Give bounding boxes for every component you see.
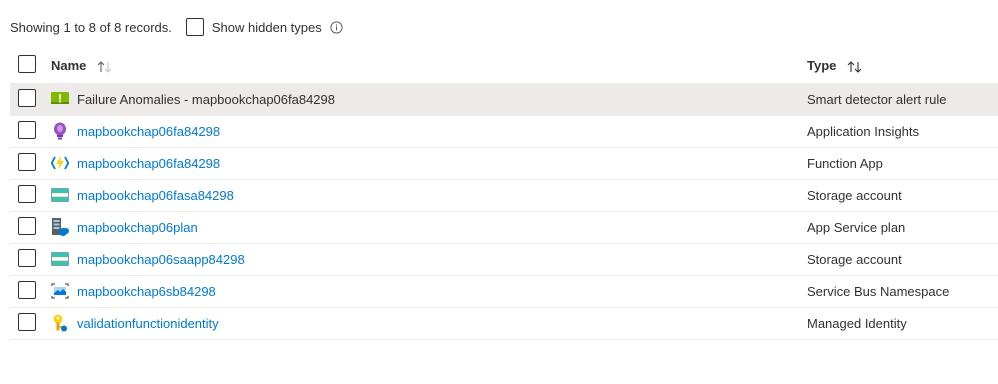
row-name-cell: validationfunctionidentity — [51, 307, 807, 340]
row-checkbox[interactable] — [18, 184, 36, 203]
table-row[interactable]: validationfunctionidentity Managed Ident… — [10, 307, 998, 340]
table-row[interactable]: mapbookchap06plan App Service plan — [10, 211, 998, 244]
table-row[interactable]: mapbookchap06fa84298 Application Insight… — [10, 115, 998, 148]
smart-detector-icon — [51, 90, 69, 108]
row-checkbox[interactable] — [18, 248, 36, 267]
row-checkbox-cell — [10, 115, 51, 148]
row-checkbox-cell — [10, 83, 51, 116]
toolbar-row: Showing 1 to 8 of 8 records. Show hidden… — [10, 16, 343, 38]
row-checkbox[interactable] — [18, 88, 36, 107]
column-header-type[interactable]: Type — [807, 49, 998, 84]
table-row[interactable]: mapbookchap06fasa84298 Storage account — [10, 179, 998, 212]
row-name-cell: mapbookchap06plan — [51, 211, 807, 244]
row-name-cell: mapbookchap06fa84298 — [51, 115, 807, 148]
row-checkbox[interactable] — [18, 152, 36, 171]
function-app-icon — [51, 154, 69, 172]
info-icon[interactable] — [330, 20, 343, 34]
row-checkbox[interactable] — [18, 312, 36, 331]
row-checkbox[interactable] — [18, 120, 36, 139]
storage-account-icon — [51, 250, 69, 268]
resource-name-link[interactable]: mapbookchap6sb84298 — [77, 284, 216, 299]
resource-type: Storage account — [807, 179, 998, 212]
table-header-row: Name Type — [10, 49, 998, 84]
row-name-cell: Failure Anomalies - mapbookchap06fa84298 — [51, 83, 807, 116]
table-row[interactable]: Failure Anomalies - mapbookchap06fa84298… — [10, 83, 998, 116]
column-header-name[interactable]: Name — [51, 49, 807, 84]
resource-type: Application Insights — [807, 115, 998, 148]
resource-name-link[interactable]: mapbookchap06fa84298 — [77, 124, 220, 139]
managed-identity-icon — [51, 314, 69, 332]
storage-account-icon — [51, 186, 69, 204]
row-checkbox-cell — [10, 275, 51, 308]
records-count: Showing 1 to 8 of 8 records. — [10, 19, 172, 35]
table-row[interactable]: mapbookchap6sb84298 Service Bus Namespac… — [10, 275, 998, 308]
row-name-cell: mapbookchap06saapp84298 — [51, 243, 807, 276]
resource-name-link[interactable]: mapbookchap06saapp84298 — [77, 252, 245, 267]
resource-type: Function App — [807, 147, 998, 180]
row-checkbox[interactable] — [18, 216, 36, 235]
resource-type: Storage account — [807, 243, 998, 276]
show-hidden-types-label: Show hidden types — [211, 19, 322, 35]
row-name-cell: mapbookchap06fasa84298 — [51, 179, 807, 212]
resource-type: Managed Identity — [807, 307, 998, 340]
row-name-cell: mapbookchap6sb84298 — [51, 275, 807, 308]
resource-name-link[interactable]: mapbookchap06fasa84298 — [77, 188, 234, 203]
application-insights-icon — [51, 122, 69, 140]
resource-name-link[interactable]: mapbookchap06plan — [77, 220, 198, 235]
column-header-name-label: Name — [51, 57, 87, 73]
show-hidden-types-toggle[interactable]: Show hidden types — [185, 18, 322, 36]
show-hidden-types-checkbox[interactable] — [185, 18, 204, 36]
sort-icon[interactable] — [846, 60, 864, 74]
app-service-plan-icon — [51, 218, 69, 236]
resource-type: App Service plan — [807, 211, 998, 244]
row-checkbox-cell — [10, 307, 51, 340]
select-all-checkbox[interactable] — [18, 55, 36, 74]
resources-table: Name Type Failure Anomalies - mapbookcha… — [10, 49, 998, 340]
table-row[interactable]: mapbookchap06fa84298 Function App — [10, 147, 998, 180]
row-checkbox[interactable] — [18, 280, 36, 299]
table-row[interactable]: mapbookchap06saapp84298 Storage account — [10, 243, 998, 276]
service-bus-icon — [51, 282, 69, 300]
row-checkbox-cell — [10, 179, 51, 212]
column-header-type-label: Type — [807, 57, 837, 73]
resource-name-link[interactable]: Failure Anomalies - mapbookchap06fa84298 — [77, 92, 335, 107]
row-name-cell: mapbookchap06fa84298 — [51, 147, 807, 180]
resource-type: Service Bus Namespace — [807, 275, 998, 308]
resource-name-link[interactable]: validationfunctionidentity — [77, 316, 219, 331]
row-checkbox-cell — [10, 147, 51, 180]
select-all-cell — [10, 49, 51, 84]
resource-name-link[interactable]: mapbookchap06fa84298 — [77, 156, 220, 171]
row-checkbox-cell — [10, 243, 51, 276]
row-checkbox-cell — [10, 211, 51, 244]
resource-type: Smart detector alert rule — [807, 83, 998, 116]
sort-ascending-icon[interactable] — [96, 60, 114, 74]
